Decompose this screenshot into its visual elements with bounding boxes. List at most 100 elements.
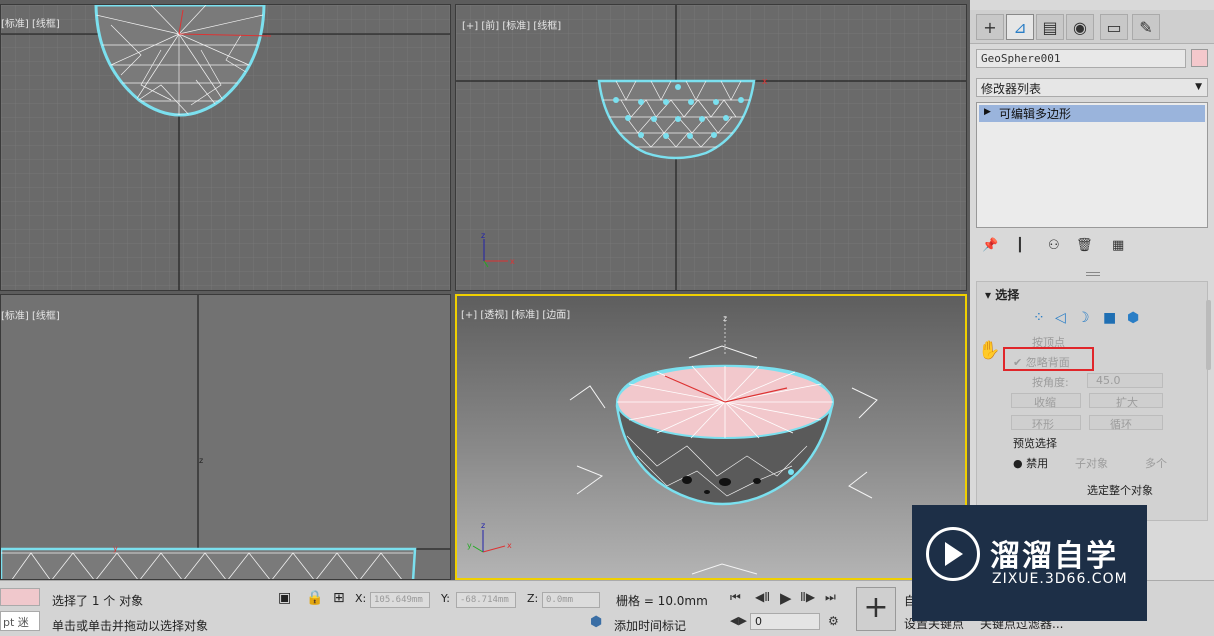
play-triangle-icon — [945, 542, 963, 566]
z-coord-label: Z: — [527, 592, 539, 605]
selection-rollout: ▾ 选择 ⁘ ◁ ☽ ■ ⬢ 按顶点 ✔ 忽略背面 按角度: 45.0 收缩 扩… — [976, 281, 1208, 521]
x-coord-label: X: — [355, 592, 367, 605]
display-icon: ▭ — [1106, 17, 1122, 37]
panel-divider[interactable] — [1086, 272, 1100, 276]
viewport-left-label[interactable]: [标准] [线框] — [1, 307, 60, 322]
current-frame-field[interactable]: 0 — [750, 613, 820, 630]
y-coord-label: Y: — [441, 592, 450, 605]
stack-toolbar: 📌 ┃ ⚇ 🗑 ▦ — [976, 236, 1208, 258]
left-view-geometry: z y — [1, 295, 450, 579]
rollout-collapse-icon: ▾ — [985, 288, 996, 302]
polygon-mode-icon[interactable]: ■ — [1103, 310, 1116, 326]
create-tab[interactable]: + — [976, 14, 1004, 40]
vertex-mode-icon[interactable]: ⁘ — [1033, 310, 1045, 326]
x-coord-field[interactable]: 105.649mm — [370, 592, 430, 608]
watermark-en-text: ZIXUE.3D66.COM — [992, 571, 1128, 587]
maxscript-listener-mini[interactable] — [0, 588, 40, 606]
persp-z-axis-label: z — [723, 314, 727, 323]
lock-icon[interactable]: 🔒 — [306, 590, 323, 606]
highlight-ignore-backfacing — [1003, 347, 1094, 371]
viewport-top[interactable]: [标准] [线框] — [0, 4, 451, 291]
time-tag-icon[interactable]: ⬢ — [590, 614, 602, 630]
preview-selection-label: 预览选择 — [1013, 437, 1057, 450]
add-time-tag-button[interactable]: 添加时间标记 — [614, 617, 686, 634]
selection-rollout-header[interactable]: ▾ 选择 — [985, 286, 1019, 303]
previous-frame-icon[interactable]: ◀Ⅱ — [755, 590, 770, 604]
watermark-cn-text: 溜溜自学 — [990, 539, 1118, 574]
selection-count-text: 选择了 1 个 对象 — [52, 594, 144, 608]
left-z-axis-label: z — [199, 456, 203, 465]
grow-button[interactable]: 扩大 — [1089, 393, 1163, 409]
key-mode-icon[interactable]: ◀▶ — [730, 614, 747, 627]
modifier-stack: ▶ 可编辑多边形 — [976, 102, 1208, 228]
utilities-tab[interactable]: ✎ — [1132, 14, 1160, 40]
hierarchy-tab[interactable]: ▤ — [1036, 14, 1064, 40]
shrink-button[interactable]: 收缩 — [1011, 393, 1081, 409]
viewport-front[interactable]: [+] [前] [标准] [线框] x z x — [455, 4, 967, 291]
preview-disabled-label: 禁用 — [1026, 457, 1049, 470]
motion-tab[interactable]: ◉ — [1066, 14, 1094, 40]
persp-gizmo-y-label: y — [467, 541, 472, 550]
viewport-top-label[interactable]: [标准] [线框] — [1, 15, 60, 30]
expand-triangle-icon[interactable]: ▶ — [984, 107, 991, 117]
edge-mode-icon[interactable]: ◁ — [1055, 310, 1066, 326]
subobject-icons: ⁘ ◁ ☽ ■ ⬢ — [1033, 310, 1153, 328]
modify-icon: ⊿ — [1013, 17, 1027, 37]
left-y-axis-label: y — [113, 544, 118, 553]
border-mode-icon[interactable]: ☽ — [1077, 310, 1090, 326]
angle-value: 45.0 — [1096, 374, 1121, 387]
stack-item-label: 可编辑多边形 — [999, 107, 1072, 121]
modify-tab[interactable]: ⊿ — [1006, 14, 1034, 40]
show-end-result-icon[interactable]: ┃ — [1016, 238, 1024, 253]
go-to-start-icon[interactable]: ⏮ — [730, 590, 741, 605]
element-mode-icon[interactable]: ⬢ — [1127, 310, 1139, 326]
current-frame-value: 0 — [755, 615, 762, 628]
configure-sets-icon[interactable]: ▦ — [1112, 238, 1124, 253]
viewport-perspective-label[interactable]: [+] [透视] [标准] [边面] — [461, 306, 570, 321]
object-color-swatch[interactable] — [1191, 49, 1208, 67]
go-to-end-icon[interactable]: ⏭ — [825, 590, 836, 605]
front-gizmo-z-label: z — [481, 231, 485, 240]
play-icon[interactable]: ▶ — [780, 589, 792, 607]
remove-modifier-icon[interactable]: 🗑 — [1076, 238, 1093, 253]
hierarchy-icon: ▤ — [1042, 17, 1058, 37]
modifier-list-dropdown[interactable]: 修改器列表 ▼ — [976, 78, 1208, 97]
viewport-left[interactable]: [标准] [线框] z y — [0, 294, 451, 580]
set-key-big-button[interactable]: + — [856, 587, 896, 631]
grow-label: 扩大 — [1116, 396, 1138, 409]
y-coord-field[interactable]: -68.714mm — [456, 592, 516, 608]
preview-subobject-radio[interactable]: 子对象 — [1075, 455, 1108, 471]
object-name-field[interactable]: GeoSphere001 — [976, 49, 1186, 68]
front-view-geometry: x z x — [456, 5, 966, 290]
ring-button[interactable]: 环形 — [1011, 415, 1081, 431]
next-frame-icon[interactable]: Ⅱ▶ — [800, 590, 815, 604]
select-whole-object-status: 选定整个对象 — [1087, 484, 1153, 497]
app-window: [标准] [线框] [+] [前] [标准] [线框] x z x [标准] [… — [0, 0, 1214, 636]
top-view-geometry — [1, 5, 450, 290]
isolate-selection-icon[interactable]: ▣ — [278, 590, 291, 606]
loop-button[interactable]: 循环 — [1089, 415, 1163, 431]
stack-item-editable-poly[interactable]: ▶ 可编辑多边形 — [979, 105, 1205, 122]
absolute-mode-icon[interactable]: ⊞ — [333, 590, 345, 606]
preview-disabled-radio[interactable]: ● 禁用 — [1013, 455, 1048, 471]
make-unique-icon[interactable]: ⚇ — [1048, 238, 1060, 253]
persp-gizmo-z-label: z — [481, 521, 485, 530]
maxscript-input[interactable]: pt 迷 — [0, 611, 40, 631]
command-panel: + ⊿ ▤ ◉ ▭ ✎ GeoSphere001 修改器列表 ▼ ▶ 可编辑多边形 … — [970, 0, 1214, 580]
hand-cursor-icon: ✋ — [978, 340, 1001, 361]
time-config-icon[interactable]: ⚙ — [828, 614, 839, 628]
viewport-perspective[interactable]: [+] [透视] [标准] [边面] z z x y — [455, 294, 967, 580]
angle-spinner[interactable]: 45.0 — [1087, 373, 1163, 388]
panel-scrollbar[interactable] — [1206, 300, 1211, 370]
preview-multi-radio[interactable]: 多个 — [1145, 455, 1167, 471]
viewport-front-label[interactable]: [+] [前] [标准] [线框] — [462, 17, 561, 32]
command-panel-tabs: + ⊿ ▤ ◉ ▭ ✎ — [970, 10, 1214, 44]
z-coord-field[interactable]: 0.0mm — [542, 592, 600, 608]
plus-icon: + — [983, 17, 997, 37]
pin-stack-icon[interactable]: 📌 — [982, 238, 998, 253]
chevron-down-icon: ▼ — [1195, 82, 1202, 92]
motion-icon: ◉ — [1073, 17, 1087, 37]
perspective-geometry: z z x y — [467, 314, 878, 575]
front-gizmo-x-label: x — [510, 257, 515, 266]
display-tab[interactable]: ▭ — [1100, 14, 1128, 40]
